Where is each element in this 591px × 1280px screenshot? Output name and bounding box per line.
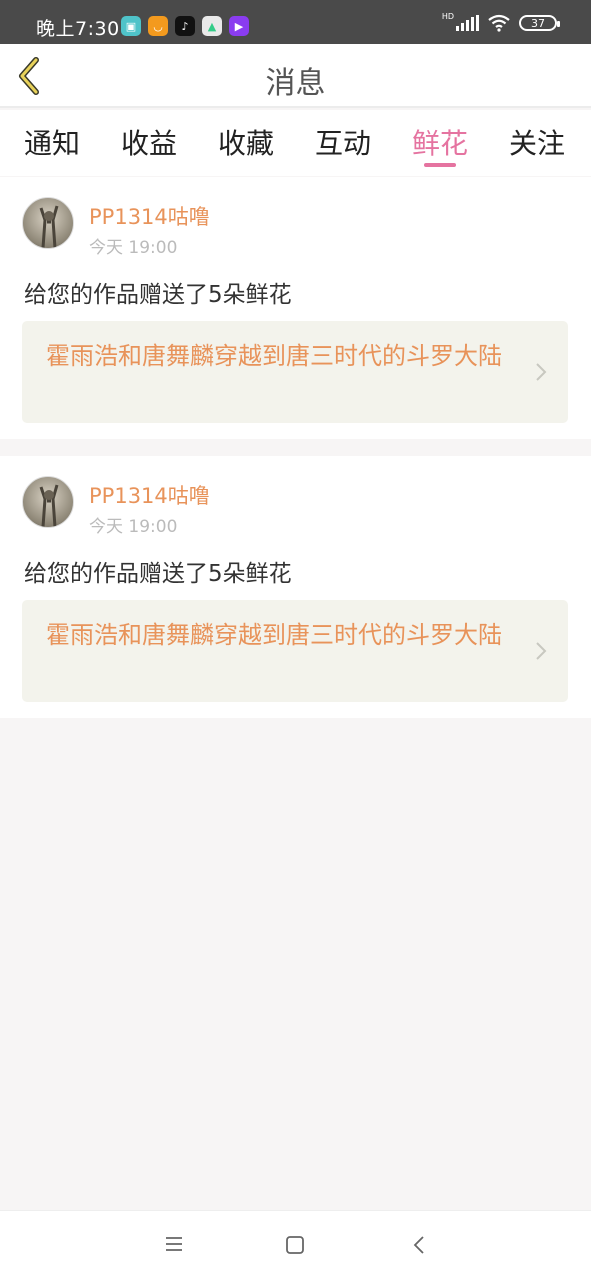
timestamp: 今天 19:00 [89,238,178,258]
tab-notifications[interactable]: 通知 [24,122,80,162]
message-card: PP1314咕噜 今天 19:00 给您的作品赠送了5朵鲜花 霍雨浩和唐舞麟穿越… [0,177,591,439]
message-card: PP1314咕噜 今天 19:00 给您的作品赠送了5朵鲜花 霍雨浩和唐舞麟穿越… [0,456,591,718]
video-icon: ▶ [229,16,249,36]
home-icon[interactable] [285,1235,305,1255]
timestamp: 今天 19:00 [89,517,178,537]
avatar[interactable] [22,476,74,528]
smile-icon: ◡ [148,16,168,36]
message-text: 给您的作品赠送了5朵鲜花 [24,561,292,587]
tiktok-icon: ♪ [175,16,195,36]
signal-icon [456,15,479,31]
tab-interactions[interactable]: 互动 [315,122,371,162]
avatar-image [39,484,59,527]
work-link[interactable]: 霍雨浩和唐舞麟穿越到唐三时代的斗罗大陆 [22,321,568,423]
status-time: 晚上7:30 [36,18,120,40]
work-link[interactable]: 霍雨浩和唐舞麟穿越到唐三时代的斗罗大陆 [22,600,568,702]
menu-icon[interactable] [164,1235,184,1253]
username[interactable]: PP1314咕噜 [89,201,210,231]
maps-icon: ▲ [202,16,222,36]
notification-icons: ▣ ◡ ♪ ▲ ▶ [121,16,249,36]
avatar-image [39,205,59,248]
battery-icon: 37 [519,15,560,31]
tab-follows[interactable]: 关注 [509,122,565,162]
wifi-icon [488,14,510,32]
chevron-right-icon [536,363,547,381]
game-icon: ▣ [121,16,141,36]
tab-flowers[interactable]: 鲜花 [412,122,468,162]
work-title: 霍雨浩和唐舞麟穿越到唐三时代的斗罗大陆 [46,621,502,649]
tab-bar: 通知 收益 收藏 互动 鲜花 关注 [0,110,591,176]
avatar[interactable] [22,197,74,249]
tab-earnings[interactable]: 收益 [121,122,177,162]
message-text: 给您的作品赠送了5朵鲜花 [24,282,292,308]
page-title: 消息 [265,66,326,101]
back-nav-icon[interactable] [412,1235,426,1255]
tab-favorites[interactable]: 收藏 [218,122,274,162]
chevron-right-icon [536,642,547,660]
header: 消息 [0,44,591,108]
status-bar: 晚上7:30 ▣ ◡ ♪ ▲ ▶ HD 37 [0,0,591,44]
work-title: 霍雨浩和唐舞麟穿越到唐三时代的斗罗大陆 [46,342,502,370]
username[interactable]: PP1314咕噜 [89,480,210,510]
hd-indicator: HD [441,12,454,21]
active-tab-indicator [424,163,456,167]
system-nav-bar [0,1210,591,1280]
